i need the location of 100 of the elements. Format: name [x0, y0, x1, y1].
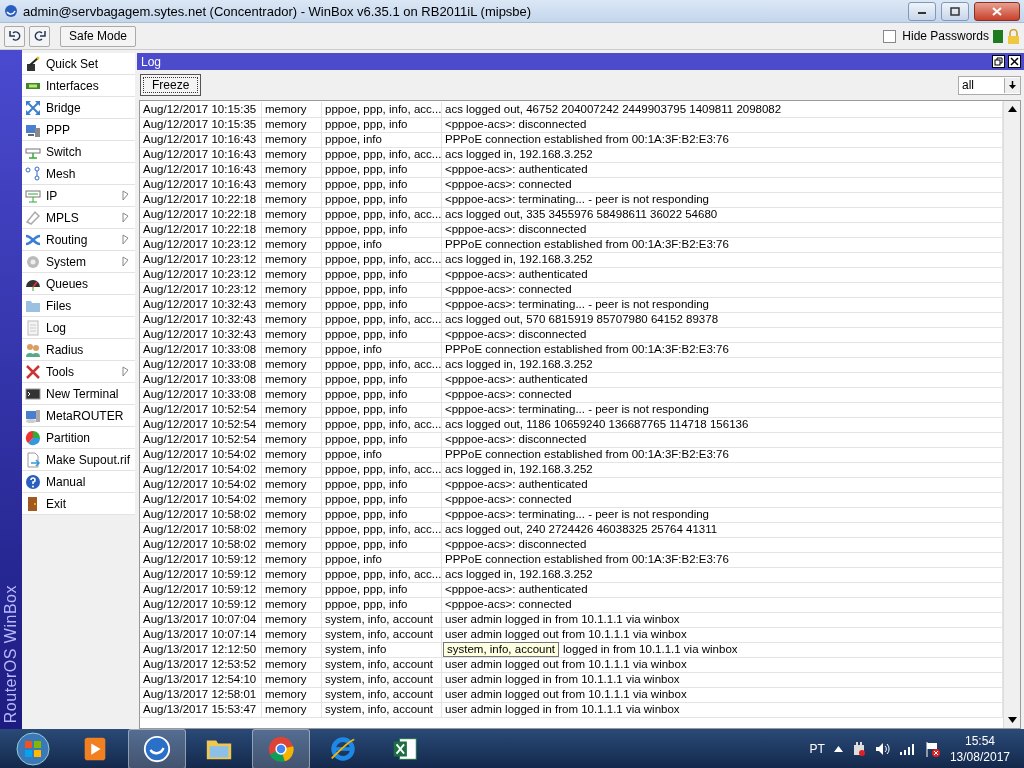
buffer-cell: memory	[262, 672, 322, 688]
signal-bars-icon[interactable]	[899, 743, 916, 755]
lock-icon	[1007, 28, 1020, 44]
time-cell: Aug/12/2017 10:59:12	[140, 582, 262, 598]
clock-date[interactable]: 13/08/2017	[949, 749, 1010, 765]
message-cell: acs logged in, 192.168.3.252	[445, 148, 593, 160]
hide-passwords-label: Hide Passwords	[902, 29, 989, 43]
topics-cell: pppoe, ppp, info	[322, 492, 442, 508]
scroll-up-arrow-icon[interactable]	[1007, 106, 1017, 112]
sidebar-item[interactable]: Manual	[22, 471, 135, 493]
flag-icon[interactable]	[924, 741, 941, 757]
topic-filter-dropdown[interactable]: all	[958, 75, 1021, 95]
sidebar-item[interactable]: IP	[22, 185, 135, 207]
buffer-cell: memory	[262, 567, 322, 583]
safe-mode-button[interactable]: Safe Mode	[60, 25, 137, 47]
time-cell: Aug/12/2017 10:16:43	[140, 147, 262, 163]
time-cell: Aug/13/2017 12:54:10	[140, 672, 262, 688]
time-cell: Aug/12/2017 10:22:18	[140, 207, 262, 223]
sidebar-item[interactable]: Files	[22, 295, 135, 317]
undo-button[interactable]	[4, 25, 25, 47]
topics-cell: pppoe, ppp, info	[322, 597, 442, 613]
buffer-cell: memory	[262, 252, 322, 268]
submenu-arrow-icon	[122, 234, 129, 245]
sidebar-item[interactable]: MPLS	[22, 207, 135, 229]
sidebar-item[interactable]: Log	[22, 317, 135, 339]
redo-button[interactable]	[29, 25, 50, 47]
maximize-button[interactable]	[941, 1, 969, 21]
sidebar-item[interactable]: Make Supout.rif	[22, 449, 135, 471]
time-cell: Aug/13/2017 10:07:14	[140, 627, 262, 643]
sidebar-item[interactable]: Mesh	[22, 163, 135, 185]
tools-icon	[25, 363, 41, 380]
message-cell: <pppoe-acs>: disconnected	[445, 223, 587, 235]
message-cell: acs logged in, 192.168.3.252	[445, 358, 593, 370]
close-button[interactable]	[974, 1, 1020, 21]
buffer-cell: memory	[262, 492, 322, 508]
message-cell: <pppoe-acs>: connected	[445, 283, 572, 295]
time-cell: Aug/12/2017 10:54:02	[140, 462, 262, 478]
sidebar-item[interactable]: Switch	[22, 141, 135, 163]
sidebar-item[interactable]: PPP	[22, 119, 135, 141]
topics-cell: system, info, account	[322, 672, 442, 688]
message-cell: <pppoe-acs>: terminating... - peer is not responding	[445, 193, 710, 205]
topics-cell: pppoe, ppp, info, acc...	[322, 357, 442, 373]
sidebar-item[interactable]: Quick Set	[22, 53, 135, 75]
time-cell: Aug/12/2017 10:59:12	[140, 567, 262, 583]
message-cell: acs logged out, 1186 10659240 136687765 114718 156136	[445, 418, 749, 430]
time-cell: Aug/12/2017 10:22:18	[140, 222, 262, 238]
sidebar-item[interactable]: Radius	[22, 339, 135, 361]
scroll-down-arrow-icon[interactable]	[1007, 717, 1017, 723]
buffer-cell: memory	[262, 387, 322, 403]
hide-passwords-checkbox[interactable]	[883, 29, 897, 43]
restore-button[interactable]	[992, 55, 1005, 68]
sidebar-item[interactable]: Interfaces	[22, 75, 135, 97]
sidebar-item[interactable]: Tools	[22, 361, 135, 383]
buffer-cell: memory	[262, 207, 322, 223]
submenu-arrow-icon	[122, 190, 129, 201]
topics-cell: system, info, account	[322, 657, 442, 673]
clock-time[interactable]: 15:54	[964, 733, 995, 749]
buffer-cell: memory	[262, 522, 322, 538]
sidebar-item[interactable]: Bridge	[22, 97, 135, 119]
sidebar-item[interactable]: Queues	[22, 273, 135, 295]
show-hidden-icons-icon[interactable]	[833, 746, 843, 752]
message-cell: acs logged out, 46752 204007242 2449903795 1409811 2098082	[445, 103, 782, 115]
sidebar-item[interactable]: MetaROUTER	[22, 405, 135, 427]
message-cell: acs logged in, 192.168.3.252	[445, 253, 593, 265]
topics-cell: pppoe, ppp, info	[322, 387, 442, 403]
sidebar-item[interactable]: Exit	[22, 493, 135, 515]
message-cell: PPPoE connection established from 00:1A:3F:B2:E3:76	[445, 553, 729, 565]
close-button[interactable]	[1008, 55, 1021, 68]
close-icon	[992, 6, 1002, 16]
message-cell: PPPoE connection established from 00:1A:3F:B2:E3:76	[445, 238, 729, 250]
minimize-button[interactable]	[908, 1, 936, 21]
time-cell: Aug/12/2017 10:15:35	[140, 117, 262, 133]
sidebar-item[interactable]: System	[22, 251, 135, 273]
message-cell: PPPoE connection established from 00:1A:3F:B2:E3:76	[445, 448, 729, 460]
help-icon	[25, 473, 41, 490]
browser-icon	[266, 734, 296, 764]
topics-cell: pppoe, ppp, info, acc...	[322, 462, 442, 478]
topics-cell: pppoe, ppp, info	[322, 402, 442, 418]
topics-cell: pppoe, info	[322, 237, 442, 253]
message-cell: user admin logged out from 10.1.1.1 via winbox	[445, 628, 687, 640]
power-plug-icon[interactable]	[851, 741, 866, 757]
submenu-arrow-icon	[122, 366, 129, 377]
message-cell: <pppoe-acs>: terminating... - peer is not responding	[445, 508, 710, 520]
sidebar-item[interactable]: New Terminal	[22, 383, 135, 405]
speaker-icon[interactable]	[874, 742, 891, 756]
buffer-cell: memory	[262, 612, 322, 628]
buffer-cell: memory	[262, 267, 322, 283]
language-indicator[interactable]: PT	[809, 742, 825, 756]
message-cell: acs logged out, 335 3455976 58498611 36022 54680	[445, 208, 718, 220]
time-cell: Aug/12/2017 10:23:12	[140, 267, 262, 283]
message-cell: logged in from 10.1.1.1 via winbox	[563, 643, 738, 655]
message-cell: <pppoe-acs>: disconnected	[445, 538, 587, 550]
time-cell: Aug/12/2017 10:16:43	[140, 177, 262, 193]
taskbar-app-button[interactable]	[128, 729, 186, 768]
buffer-cell: memory	[262, 117, 322, 133]
freeze-button[interactable]: Freeze	[140, 74, 202, 96]
time-cell: Aug/12/2017 10:58:02	[140, 537, 262, 553]
sidebar-item[interactable]: Routing	[22, 229, 135, 251]
sidebar-item[interactable]: Partition	[22, 427, 135, 449]
message-cell: PPPoE connection established from 00:1A:3F:B2:E3:76	[445, 133, 729, 145]
